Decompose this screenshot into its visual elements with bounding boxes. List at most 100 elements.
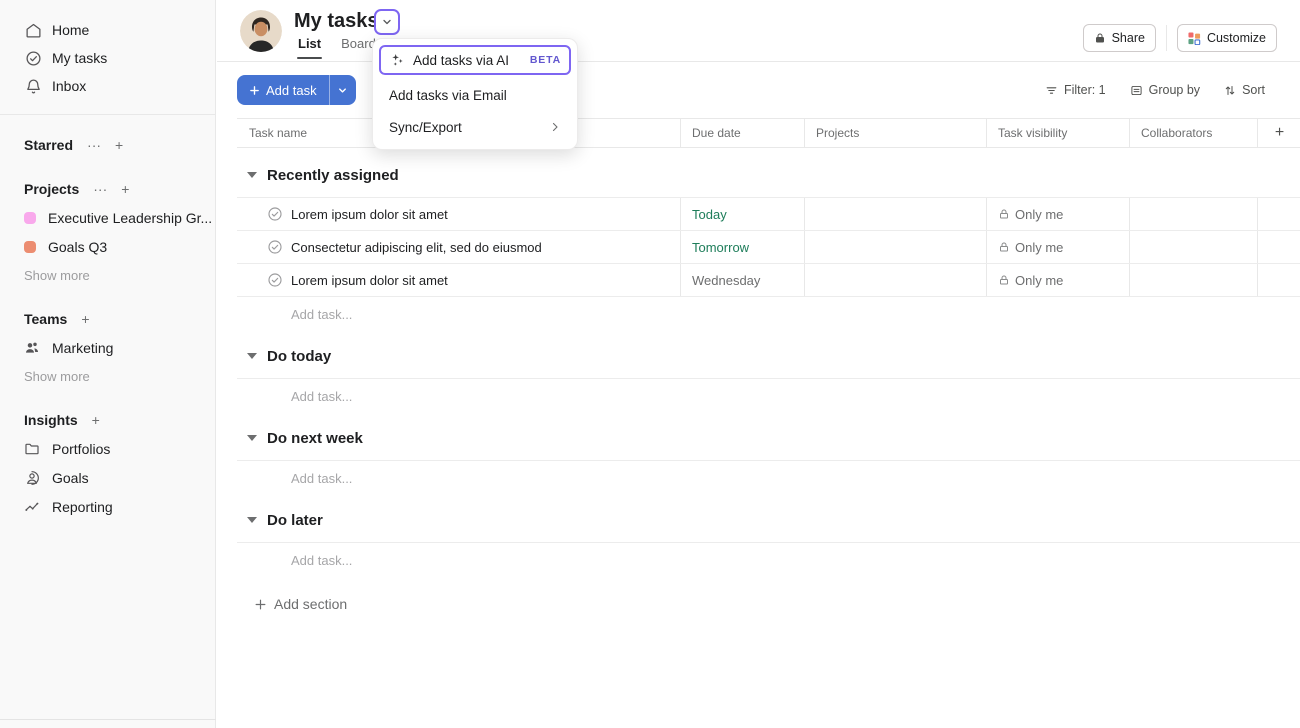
- add-task-row[interactable]: Add task...: [237, 461, 1300, 495]
- insights-add-icon[interactable]: +: [92, 412, 100, 428]
- task-row[interactable]: Lorem ipsum dolor sit amet Wednesday Onl…: [237, 264, 1300, 297]
- menu-item-add-tasks-via-email[interactable]: Add tasks via Email: [379, 79, 571, 111]
- teams-show-more[interactable]: Show more: [0, 362, 215, 391]
- header-divider: [1166, 25, 1167, 51]
- group-by-button[interactable]: Group by: [1130, 83, 1200, 97]
- collaborators-cell[interactable]: [1129, 198, 1257, 230]
- tab-list[interactable]: List: [298, 36, 321, 59]
- projects-cell[interactable]: [804, 198, 986, 230]
- section-title[interactable]: Do today: [267, 348, 331, 365]
- visibility-cell[interactable]: Only me: [986, 198, 1129, 230]
- collapse-triangle-icon[interactable]: [247, 517, 257, 523]
- section-title[interactable]: Recently assigned: [267, 167, 399, 184]
- sidebar-item-goals[interactable]: Goals: [0, 463, 215, 492]
- collaborators-cell[interactable]: [1129, 231, 1257, 263]
- share-button[interactable]: Share: [1083, 24, 1156, 52]
- sidebar-item-portfolios[interactable]: Portfolios: [0, 434, 215, 463]
- menu-item-sync-export[interactable]: Sync/Export: [379, 111, 571, 143]
- teams-title: Teams: [24, 311, 67, 327]
- add-task-label: Add task: [266, 83, 317, 98]
- lock-icon: [998, 208, 1010, 220]
- plus-icon: [249, 85, 260, 96]
- starred-add-icon[interactable]: +: [115, 137, 123, 153]
- column-header-collaborators[interactable]: Collaborators: [1129, 119, 1257, 147]
- sidebar-item-my-tasks[interactable]: My tasks: [0, 44, 215, 72]
- sidebar-item-label: Inbox: [52, 78, 86, 94]
- project-swatch: [24, 212, 36, 224]
- sidebar-item-inbox[interactable]: Inbox: [0, 72, 215, 100]
- sidebar-project-goals-q3[interactable]: Goals Q3: [0, 232, 215, 261]
- home-icon: [24, 22, 42, 39]
- task-name: Lorem ipsum dolor sit amet: [291, 207, 448, 222]
- add-column-button[interactable]: +: [1257, 119, 1300, 147]
- collaborators-cell[interactable]: [1129, 264, 1257, 296]
- header-actions: Share Customize: [1083, 24, 1277, 52]
- project-label: Goals Q3: [48, 239, 107, 255]
- section-header: Do later: [237, 505, 1300, 535]
- sidebar-team-marketing[interactable]: Marketing: [0, 333, 215, 362]
- people-icon: [24, 340, 40, 356]
- collapse-triangle-icon[interactable]: [247, 172, 257, 178]
- avatar[interactable]: [240, 10, 282, 52]
- add-task-button[interactable]: Add task: [237, 75, 329, 105]
- plus-icon: [254, 598, 267, 611]
- insight-label: Reporting: [52, 499, 113, 515]
- customize-grid-icon: [1188, 32, 1201, 45]
- starred-more-icon[interactable]: ···: [87, 137, 101, 153]
- customize-button[interactable]: Customize: [1177, 24, 1277, 52]
- task-row[interactable]: Consectetur adipiscing elit, sed do eius…: [237, 231, 1300, 264]
- projects-cell[interactable]: [804, 231, 986, 263]
- ai-sparkle-icon: [389, 52, 405, 68]
- teams-add-icon[interactable]: +: [81, 311, 89, 327]
- due-date-cell[interactable]: Today: [680, 198, 804, 230]
- visibility-cell[interactable]: Only me: [986, 231, 1129, 263]
- sort-label: Sort: [1242, 83, 1265, 97]
- sort-button[interactable]: Sort: [1224, 83, 1265, 97]
- due-date-cell[interactable]: Tomorrow: [680, 231, 804, 263]
- projects-show-more[interactable]: Show more: [0, 261, 215, 290]
- sort-icon: [1224, 84, 1236, 97]
- section-title[interactable]: Do next week: [267, 430, 363, 447]
- add-task-row[interactable]: Add task...: [237, 297, 1300, 331]
- menu-item-add-tasks-via-ai[interactable]: Add tasks via AI BETA: [379, 45, 571, 75]
- check-circle-icon[interactable]: [267, 272, 283, 288]
- column-header-projects[interactable]: Projects: [804, 119, 986, 147]
- add-task-dropdown-button[interactable]: [329, 75, 356, 105]
- sidebar-item-reporting[interactable]: Reporting: [0, 492, 215, 521]
- add-section-button[interactable]: Add section: [237, 587, 1300, 621]
- sidebar-bottom-divider: [0, 719, 216, 720]
- sidebar-section-teams: Teams +: [0, 305, 215, 333]
- title-dropdown-button[interactable]: [374, 9, 400, 35]
- task-row[interactable]: Lorem ipsum dolor sit amet Today Only me: [237, 198, 1300, 231]
- column-header-due-date[interactable]: Due date: [680, 119, 804, 147]
- add-task-split-button: Add task: [237, 75, 356, 105]
- add-task-row[interactable]: Add task...: [237, 379, 1300, 413]
- sidebar-project-executive[interactable]: Executive Leadership Gr...: [0, 203, 215, 232]
- tab-board[interactable]: Board: [341, 36, 376, 59]
- group-by-label: Group by: [1149, 83, 1200, 97]
- visibility-cell[interactable]: Only me: [986, 264, 1129, 296]
- section-title[interactable]: Do later: [267, 512, 323, 529]
- projects-more-icon[interactable]: ···: [93, 181, 107, 197]
- collapse-triangle-icon[interactable]: [247, 353, 257, 359]
- visibility-label: Only me: [1015, 240, 1063, 255]
- sidebar-item-home[interactable]: Home: [0, 16, 215, 44]
- check-circle-icon[interactable]: [267, 239, 283, 255]
- due-date-cell[interactable]: Wednesday: [680, 264, 804, 296]
- menu-item-label: Add tasks via Email: [389, 88, 507, 103]
- filter-icon: [1045, 84, 1058, 97]
- task-table: Task name Due date Projects Task visibil…: [237, 118, 1300, 621]
- filter-button[interactable]: Filter: 1: [1045, 83, 1106, 97]
- section-rows: Lorem ipsum dolor sit amet Today Only me: [237, 197, 1300, 297]
- projects-add-icon[interactable]: +: [121, 181, 129, 197]
- projects-cell[interactable]: [804, 264, 986, 296]
- column-header-task-visibility[interactable]: Task visibility: [986, 119, 1129, 147]
- check-circle-icon[interactable]: [267, 206, 283, 222]
- check-circle-icon: [24, 50, 42, 67]
- sidebar-item-label: Home: [52, 22, 89, 38]
- extra-cell: [1257, 264, 1300, 296]
- sidebar-divider: [0, 114, 215, 115]
- collapse-triangle-icon[interactable]: [247, 435, 257, 441]
- group-by-icon: [1130, 84, 1143, 97]
- add-task-row[interactable]: Add task...: [237, 543, 1300, 577]
